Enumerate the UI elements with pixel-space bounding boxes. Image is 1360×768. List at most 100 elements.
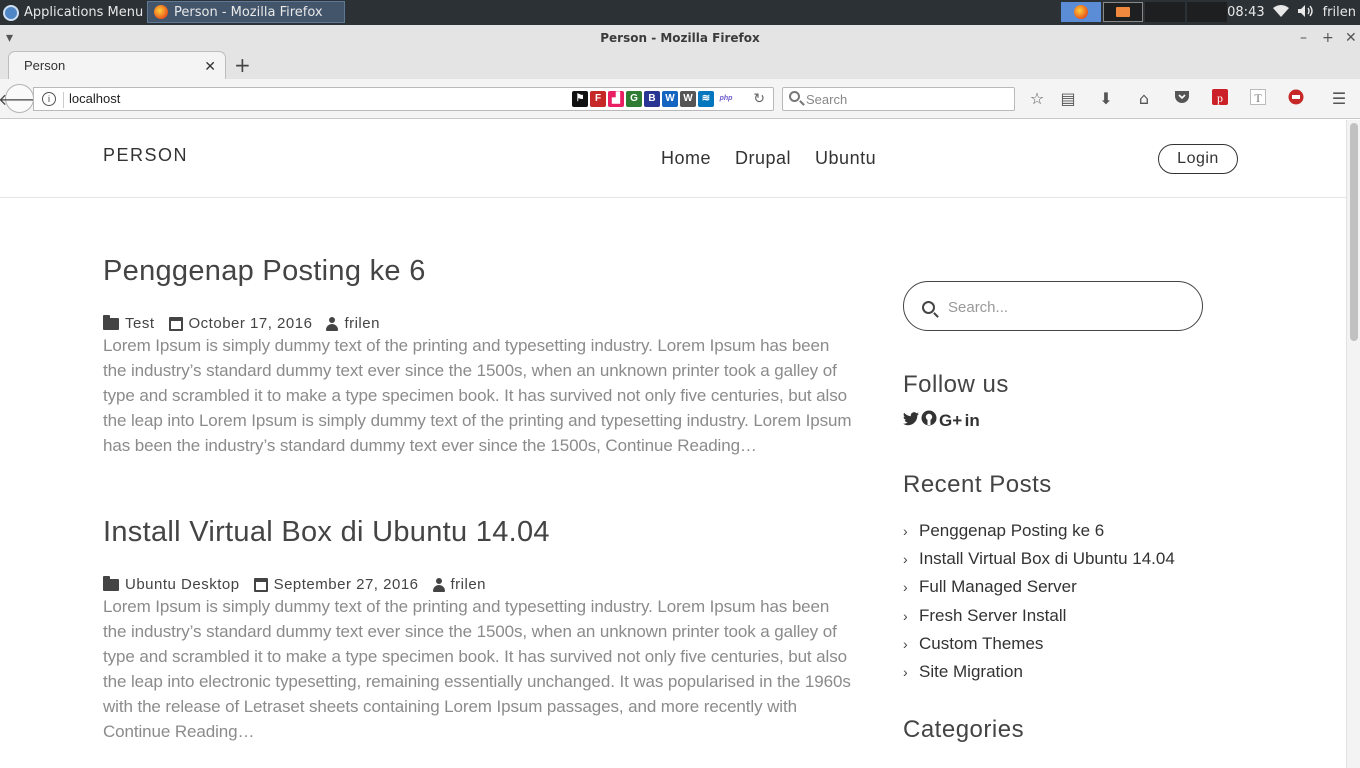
recent-post-link[interactable]: Custom Themes: [919, 634, 1043, 654]
tab-person[interactable]: Person ✕: [8, 51, 226, 80]
home-icon[interactable]: ⌂: [1134, 89, 1154, 109]
folder-open-icon: [103, 575, 119, 591]
wordpress-icon[interactable]: W: [680, 91, 696, 107]
social-links: G+ in: [903, 410, 980, 431]
chevron-right-icon: ›: [903, 664, 908, 681]
stairs-icon[interactable]: ▟: [608, 91, 624, 107]
ublock-icon[interactable]: [1286, 89, 1306, 109]
svg-text:p: p: [1217, 91, 1223, 105]
wifi-icon[interactable]: [1272, 4, 1289, 21]
folder-icon: [1116, 7, 1130, 17]
chevron-right-icon: ›: [903, 551, 908, 568]
wave-icon[interactable]: ≋: [698, 91, 714, 107]
hamburger-menu-icon[interactable]: ☰: [1329, 89, 1349, 109]
reading-list-icon[interactable]: ▤: [1058, 89, 1078, 109]
extension-icons: ⚑ F ▟ G B W W ≋ php: [572, 91, 736, 107]
pocket-icon[interactable]: [1172, 89, 1192, 109]
post-excerpt: Lorem Ipsum is simply dummy text of the …: [103, 597, 851, 741]
system-tray: 08:43 frilen: [1223, 0, 1360, 25]
login-button[interactable]: Login: [1158, 144, 1238, 174]
recent-post-item[interactable]: › Fresh Server Install: [903, 602, 1175, 630]
text-tool-icon[interactable]: T: [1248, 89, 1268, 109]
pinterest-icon[interactable]: p: [1210, 89, 1230, 109]
page-scrollbar[interactable]: [1346, 120, 1360, 768]
navigation-toolbar: 🡐 i localhost ⚑ F ▟ G B W W ≋ php ↻ Search ☆ ▤ ⬇…: [0, 79, 1360, 119]
search-icon: [789, 91, 800, 102]
back-button[interactable]: 🡐: [0, 84, 41, 113]
b-icon[interactable]: B: [644, 91, 660, 107]
taskbar-window-button[interactable]: Person - Mozilla Firefox: [147, 1, 345, 23]
post-author[interactable]: frilen: [326, 315, 380, 332]
window-menu-icon[interactable]: ▾: [6, 25, 13, 51]
recent-post-item[interactable]: › Penggenap Posting ke 6: [903, 517, 1175, 545]
url-text[interactable]: localhost: [69, 91, 120, 106]
php-icon[interactable]: php: [716, 91, 736, 107]
workspace-1[interactable]: [1061, 2, 1101, 22]
post-category-label: Ubuntu Desktop: [125, 576, 240, 593]
recent-post-item[interactable]: › Site Migration: [903, 658, 1175, 686]
follow-us-title: Follow us: [903, 371, 1009, 398]
site-info-icon[interactable]: i: [42, 92, 56, 106]
sidebar-search-input[interactable]: [948, 296, 1178, 318]
nav-drupal[interactable]: Drupal: [735, 148, 791, 169]
recent-post-link[interactable]: Penggenap Posting ke 6: [919, 521, 1104, 541]
w-icon[interactable]: W: [662, 91, 678, 107]
recent-post-item[interactable]: › Full Managed Server: [903, 573, 1175, 601]
post-category[interactable]: Test: [103, 314, 155, 332]
close-tab-icon[interactable]: ✕: [204, 52, 216, 80]
recent-post-item[interactable]: › Install Virtual Box di Ubuntu 14.04: [903, 545, 1175, 573]
reload-icon[interactable]: ↻: [753, 90, 765, 107]
os-taskbar: Applications Menu Person - Mozilla Firef…: [0, 0, 1360, 25]
applications-menu[interactable]: Applications Menu: [0, 0, 143, 25]
new-tab-icon[interactable]: +: [234, 53, 251, 77]
workspace-4[interactable]: [1187, 2, 1227, 22]
tab-title: Person: [24, 58, 66, 73]
recent-post-item[interactable]: › Custom Themes: [903, 630, 1175, 658]
recent-posts-list: › Penggenap Posting ke 6 › Install Virtual…: [903, 517, 1175, 686]
calendar-icon: [253, 577, 268, 592]
url-bar[interactable]: i localhost ⚑ F ▟ G B W W ≋ php ↻: [33, 87, 774, 111]
browser-titlebar: ▾ Person - Mozilla Firefox – + ✕: [0, 25, 1360, 50]
browser-window-title: Person - Mozilla Firefox: [600, 31, 760, 45]
twitter-icon[interactable]: [903, 411, 919, 431]
nav-home[interactable]: Home: [661, 148, 711, 169]
workspace-2[interactable]: [1103, 2, 1143, 22]
bookmark-star-icon[interactable]: ☆: [1027, 89, 1047, 109]
post-title[interactable]: Install Virtual Box di Ubuntu 14.04: [103, 516, 855, 549]
close-window-icon[interactable]: ✕: [1345, 25, 1357, 51]
post-author[interactable]: frilen: [432, 576, 487, 593]
site-brand[interactable]: PERSON: [103, 145, 188, 166]
recent-post-link[interactable]: Fresh Server Install: [919, 606, 1066, 626]
chevron-right-icon: ›: [903, 523, 908, 540]
recent-post-link[interactable]: Install Virtual Box di Ubuntu 14.04: [919, 549, 1175, 569]
nav-ubuntu[interactable]: Ubuntu: [815, 148, 876, 169]
font-icon[interactable]: F: [590, 91, 606, 107]
volume-icon[interactable]: [1297, 4, 1315, 22]
minimize-icon[interactable]: –: [1300, 25, 1307, 51]
maximize-icon[interactable]: +: [1322, 25, 1334, 51]
recent-post-link[interactable]: Full Managed Server: [919, 577, 1077, 597]
linkedin-icon[interactable]: in: [964, 411, 980, 431]
post-date: October 17, 2016: [168, 315, 313, 332]
github-icon[interactable]: [921, 410, 937, 431]
post-1: Penggenap Posting ke 6 Test October 17, …: [103, 255, 855, 455]
firefox-icon: [154, 5, 168, 19]
scrollbar-thumb[interactable]: [1350, 123, 1358, 341]
chevron-right-icon: ›: [903, 607, 908, 624]
g-icon[interactable]: G: [626, 91, 642, 107]
post-category[interactable]: Ubuntu Desktop: [103, 575, 240, 593]
google-plus-icon[interactable]: G+: [939, 411, 962, 431]
post-meta: Test October 17, 2016 frilen: [103, 314, 394, 332]
clock[interactable]: 08:43: [1227, 5, 1264, 20]
flag-icon[interactable]: ⚑: [572, 91, 588, 107]
post-title[interactable]: Penggenap Posting ke 6: [103, 255, 855, 288]
browser-search-box[interactable]: Search: [782, 87, 1015, 111]
post-2: Install Virtual Box di Ubuntu 14.04 Ubun…: [103, 516, 855, 741]
calendar-icon: [168, 316, 183, 331]
downloads-icon[interactable]: ⬇: [1096, 89, 1116, 109]
chevron-right-icon: ›: [903, 579, 908, 596]
user-menu[interactable]: frilen: [1323, 5, 1356, 20]
user-icon: [432, 577, 445, 592]
workspace-3[interactable]: [1145, 2, 1185, 22]
recent-post-link[interactable]: Site Migration: [919, 662, 1023, 682]
